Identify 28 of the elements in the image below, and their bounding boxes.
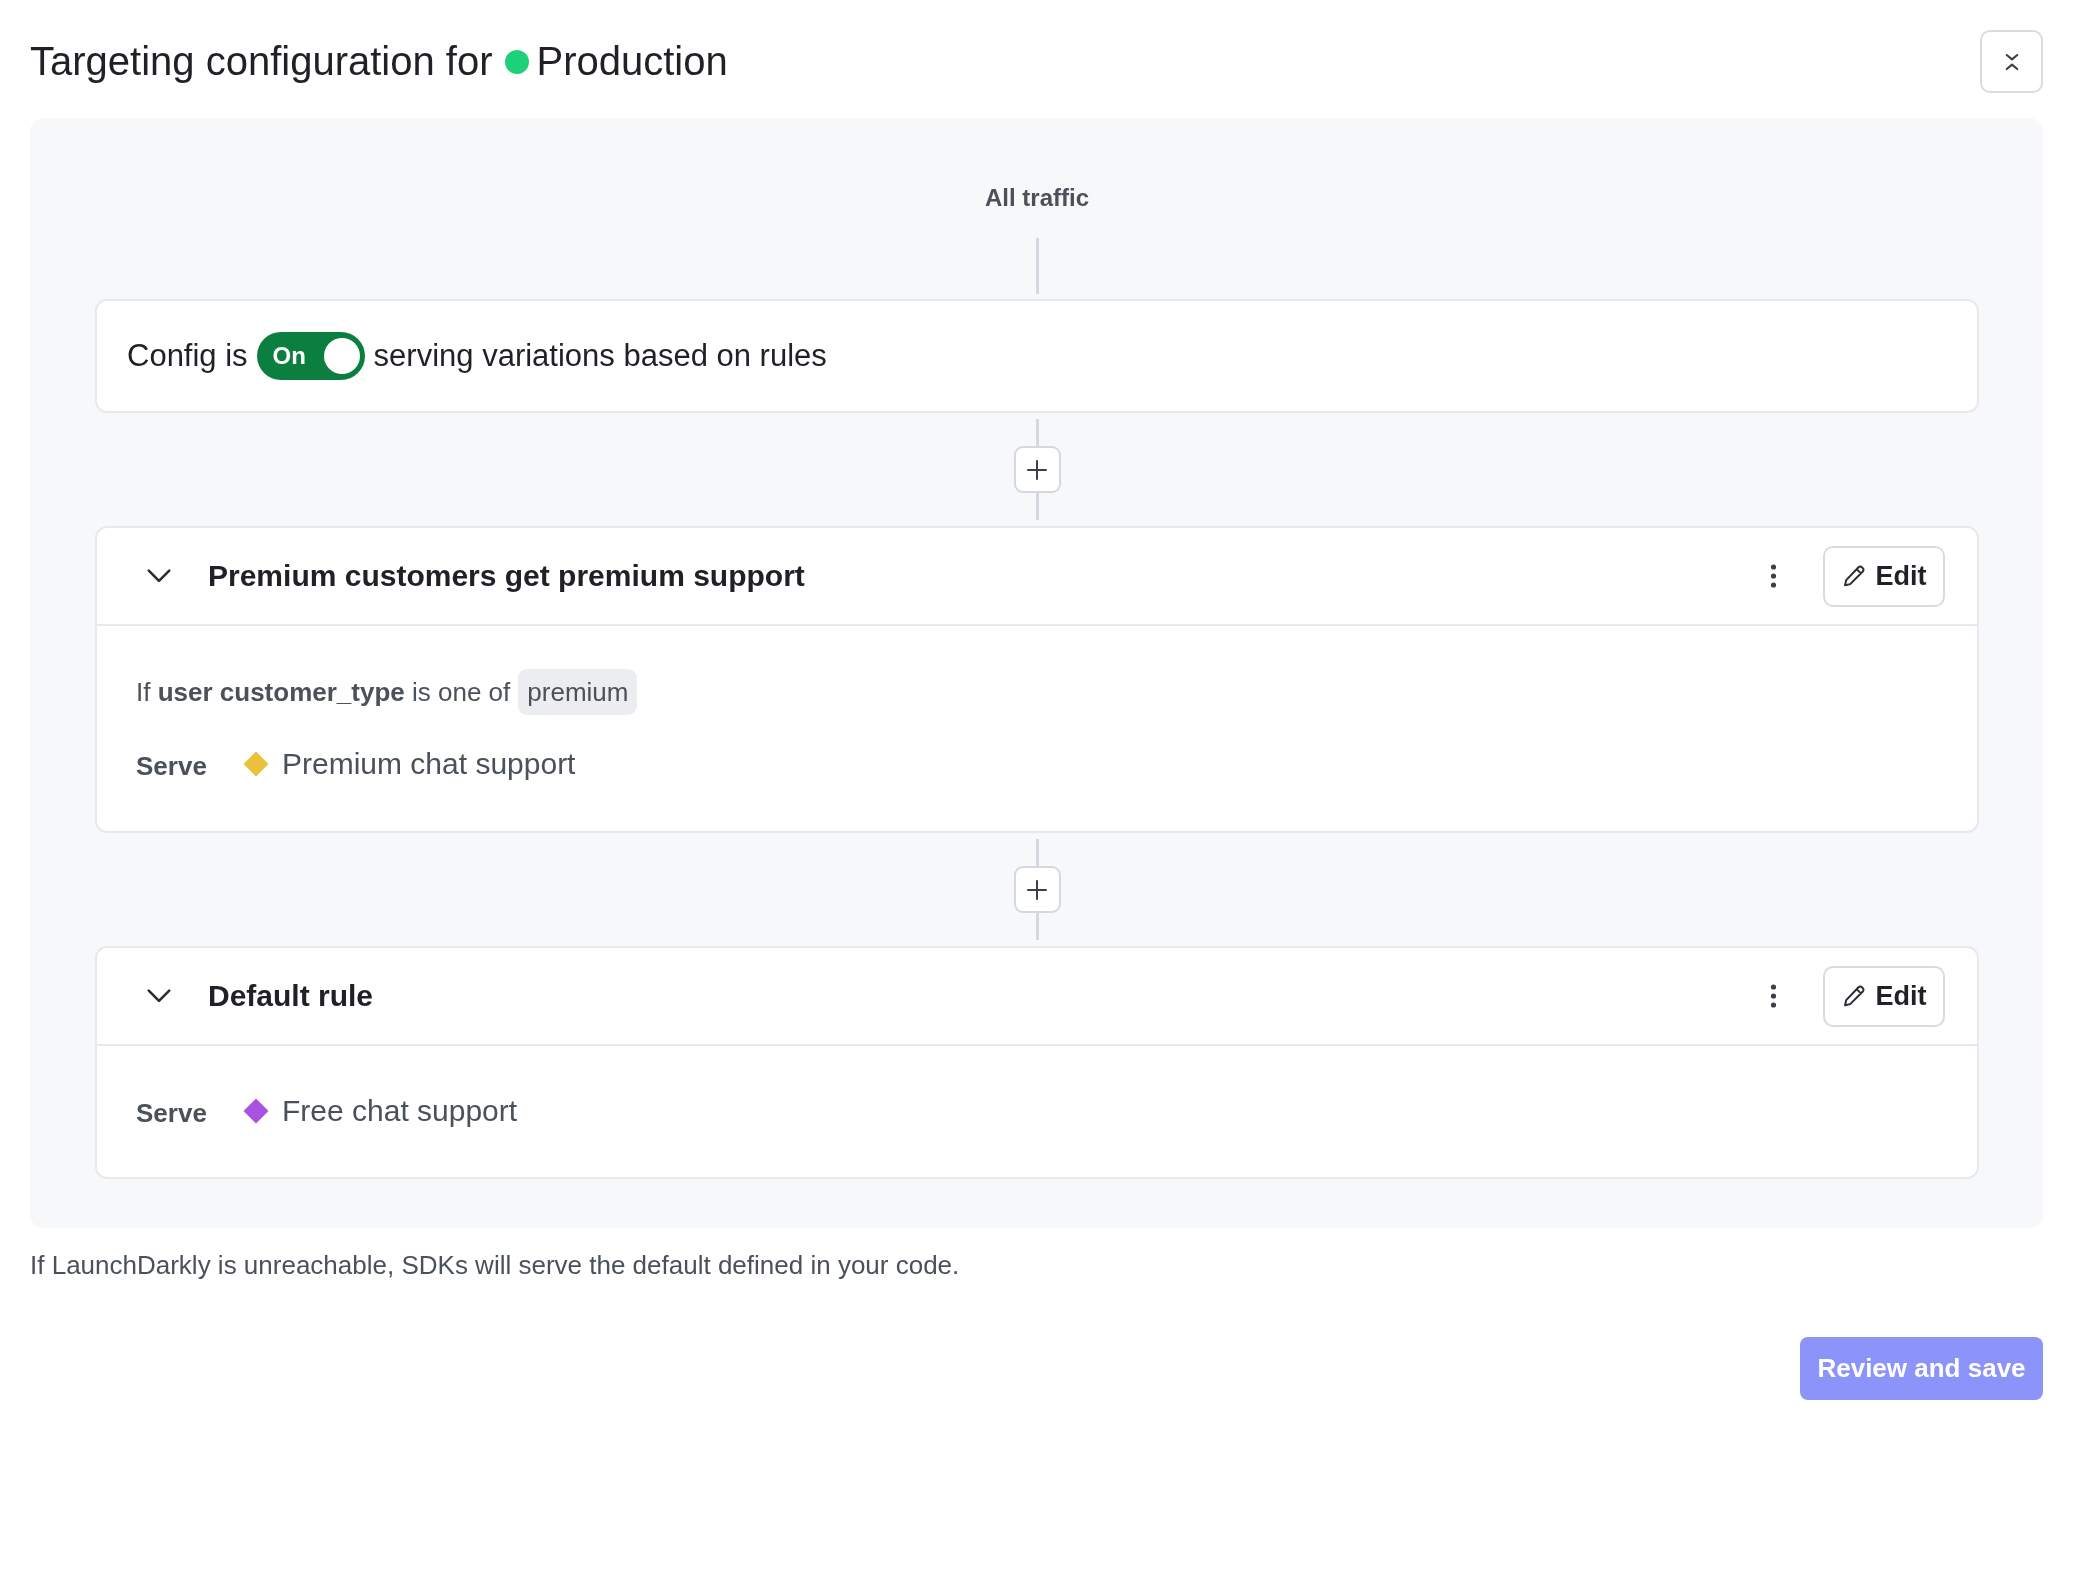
footnote-text: If LaunchDarkly is unreachable, SDKs will serve the default defined in your code. xyxy=(30,1250,961,1281)
chevron-down-icon[interactable] xyxy=(147,989,171,1003)
more-options-icon[interactable] xyxy=(1770,984,1777,1008)
variation-name: Premium chat support xyxy=(282,747,576,781)
more-options-icon[interactable] xyxy=(1770,564,1777,588)
plus-icon xyxy=(1027,459,1047,480)
pencil-icon xyxy=(1841,984,1866,1008)
variation-name: Free chat support xyxy=(282,1094,518,1128)
edit-button[interactable]: Edit xyxy=(1823,545,1945,607)
toggle-switch[interactable]: On xyxy=(256,332,365,380)
status-text: Config is xyxy=(127,338,248,374)
condition-value: premium xyxy=(518,669,638,715)
plus-icon xyxy=(1027,879,1047,900)
serve-label: Serve xyxy=(136,750,208,782)
pencil-icon xyxy=(1841,564,1866,588)
add-rule-button[interactable] xyxy=(1013,446,1061,493)
page-title: Targeting configuration for xyxy=(30,39,493,84)
rule-title: Premium customers get premium support xyxy=(208,559,806,593)
collapse-icon xyxy=(2004,51,2019,72)
rule-title: Default rule xyxy=(208,979,375,1013)
status-text: serving variations based on rules xyxy=(373,338,827,374)
chevron-down-icon[interactable] xyxy=(147,569,171,583)
add-rule-button[interactable] xyxy=(1013,866,1061,913)
edit-button[interactable]: Edit xyxy=(1823,965,1945,1027)
serve-label: Serve xyxy=(136,1097,208,1129)
root-label: All traffic xyxy=(985,184,1089,212)
environment-name: Production xyxy=(536,39,728,84)
condition-text: If user customer_type is one of xyxy=(136,676,511,708)
